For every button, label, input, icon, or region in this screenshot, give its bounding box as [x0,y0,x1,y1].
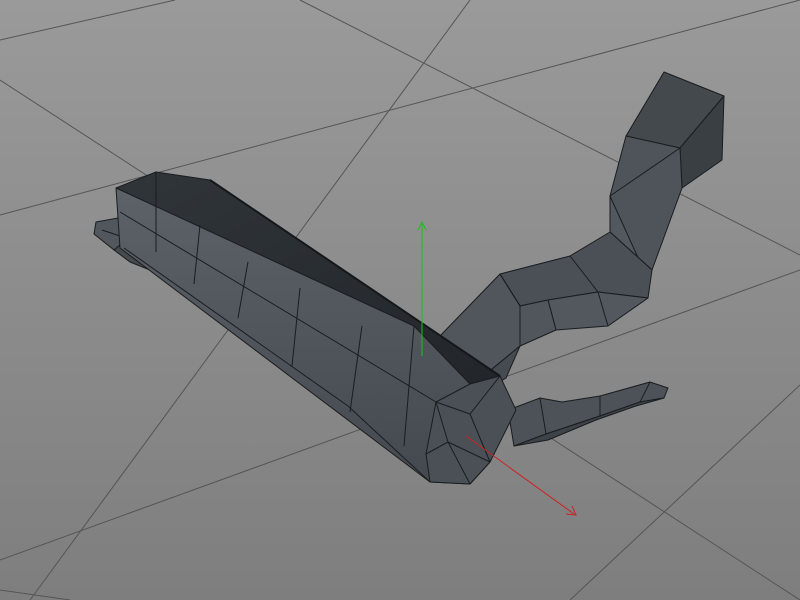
viewport-canvas[interactable] [0,0,800,600]
3d-viewport[interactable] [0,0,800,600]
